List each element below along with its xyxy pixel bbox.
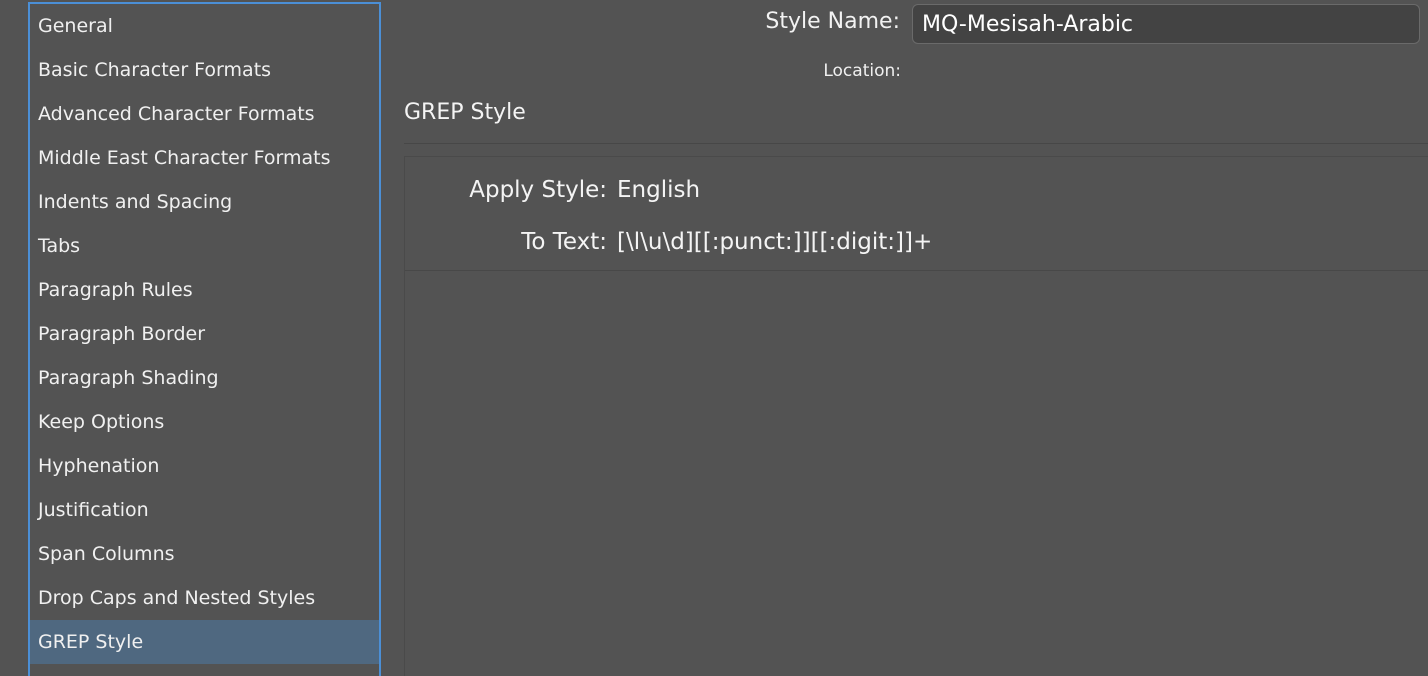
grep-style-list[interactable]: Apply Style: English To Text: [\l\u\d][[… xyxy=(404,156,1428,676)
category-item-hyphenation[interactable]: Hyphenation xyxy=(30,444,379,488)
to-text-value[interactable]: [\l\u\d][[:punct:]][[:digit:]]+ xyxy=(617,229,932,255)
style-name-input[interactable] xyxy=(912,4,1420,44)
paragraph-style-options-dialog: General Basic Character Formats Advanced… xyxy=(0,0,1428,676)
grep-style-rule[interactable]: Apply Style: English To Text: [\l\u\d][[… xyxy=(405,157,1428,271)
category-item-paragraph-shading[interactable]: Paragraph Shading xyxy=(30,356,379,400)
category-item-indents-and-spacing[interactable]: Indents and Spacing xyxy=(30,180,379,224)
category-item-paragraph-border[interactable]: Paragraph Border xyxy=(30,312,379,356)
category-item-advanced-character-formats[interactable]: Advanced Character Formats xyxy=(30,92,379,136)
to-text-label: To Text: xyxy=(521,229,607,255)
category-item-basic-character-formats[interactable]: Basic Character Formats xyxy=(30,48,379,92)
category-item-drop-caps-and-nested-styles[interactable]: Drop Caps and Nested Styles xyxy=(30,576,379,620)
category-item-span-columns[interactable]: Span Columns xyxy=(30,532,379,576)
apply-style-label: Apply Style: xyxy=(469,177,607,203)
section-divider xyxy=(404,143,1428,144)
section-title: GREP Style xyxy=(404,100,526,125)
category-list[interactable]: General Basic Character Formats Advanced… xyxy=(28,2,381,676)
category-item-middle-east-character-formats[interactable]: Middle East Character Formats xyxy=(30,136,379,180)
category-item-justification[interactable]: Justification xyxy=(30,488,379,532)
category-item-keep-options[interactable]: Keep Options xyxy=(30,400,379,444)
category-item-general[interactable]: General xyxy=(30,4,379,48)
category-item-tabs[interactable]: Tabs xyxy=(30,224,379,268)
apply-style-value[interactable]: English xyxy=(617,177,700,203)
style-name-label: Style Name: xyxy=(765,9,900,34)
category-item-paragraph-rules[interactable]: Paragraph Rules xyxy=(30,268,379,312)
location-label: Location: xyxy=(823,61,901,81)
category-item-grep-style[interactable]: GREP Style xyxy=(30,620,379,664)
